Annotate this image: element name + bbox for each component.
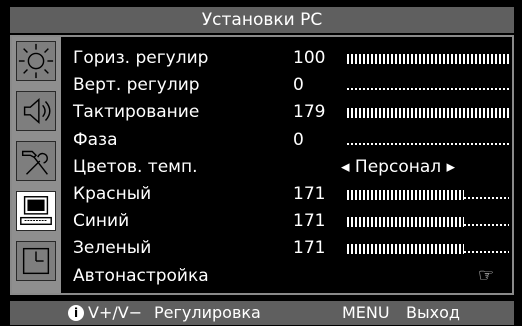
level-bar-fill [347,244,464,255]
menu-row[interactable]: Цветов. темп. ◂ Персонал ▸ [73,154,513,180]
row-value: 0 [293,129,304,150]
pointing-hand-icon[interactable]: ☞ [478,263,494,289]
menu-title: Установки PC [10,7,514,33]
row-label: Тактирование [73,102,200,123]
level-bar-fill [347,108,509,119]
footer-hints: i V+/V− Регулировка MENU Выход [10,301,514,325]
level-bar-remainder [464,197,509,199]
level-bar[interactable] [347,136,509,146]
pc-settings-osd: Установки PC Гориз. регулир 100 Верт. рег [3,3,519,325]
adjust-hint: Регулировка [154,303,261,322]
menu-row[interactable]: Тактирование 179 [73,99,513,125]
level-bar-fill [347,190,464,200]
row-value: 171 [293,238,326,259]
menu-row[interactable]: Красный 171 [73,181,513,207]
level-bar[interactable] [347,54,509,64]
row-label: Фаза [73,129,118,150]
menu-row[interactable]: Автонастройка ☞ [73,263,513,289]
adjust-keys: V+/V− [88,303,143,322]
row-label: Цветов. темп. [73,156,198,177]
row-value: 0 [293,75,304,96]
level-bar-remainder [464,251,509,254]
tools-icon[interactable] [16,141,56,181]
menu-row[interactable]: Фаза 0 [73,127,513,153]
menu-row[interactable]: Гориз. регулир 100 [73,45,513,71]
level-bar-remainder [347,88,509,91]
row-label: Синий [73,211,130,232]
row-label: Красный [73,184,152,204]
level-bar-fill [347,54,509,64]
level-bar-fill [347,217,464,228]
menu-row[interactable]: Зеленый 171 [73,235,513,261]
row-value: 171 [293,211,326,232]
category-sidebar [12,37,61,293]
row-label: Зеленый [73,238,152,259]
menu-row[interactable]: Синий 171 [73,208,513,234]
row-label: Верт. регулир [73,75,200,96]
row-value: 171 [293,184,326,204]
level-bar[interactable] [347,217,509,228]
clock-icon[interactable] [16,241,56,281]
exit-hint: Выход [406,303,460,322]
speaker-icon[interactable] [16,91,56,131]
info-icon: i [68,305,84,321]
row-value: 179 [293,102,326,123]
level-bar-remainder [464,224,509,227]
menu-row[interactable]: Верт. регулир 0 [73,72,513,98]
level-bar-remainder [347,142,509,145]
row-label: Гориз. регулир [73,48,209,68]
row-value: 100 [293,48,326,68]
row-label: Автонастройка [73,265,209,286]
level-bar[interactable] [347,81,509,91]
brightness-icon[interactable] [16,41,56,81]
level-bar[interactable] [347,108,509,119]
level-bar[interactable] [347,190,509,200]
pc-monitor-icon[interactable] [16,191,56,231]
level-bar[interactable] [347,244,509,255]
color-temp-selector[interactable]: ◂ Персонал ▸ [341,154,455,180]
menu-key: MENU [342,303,390,322]
